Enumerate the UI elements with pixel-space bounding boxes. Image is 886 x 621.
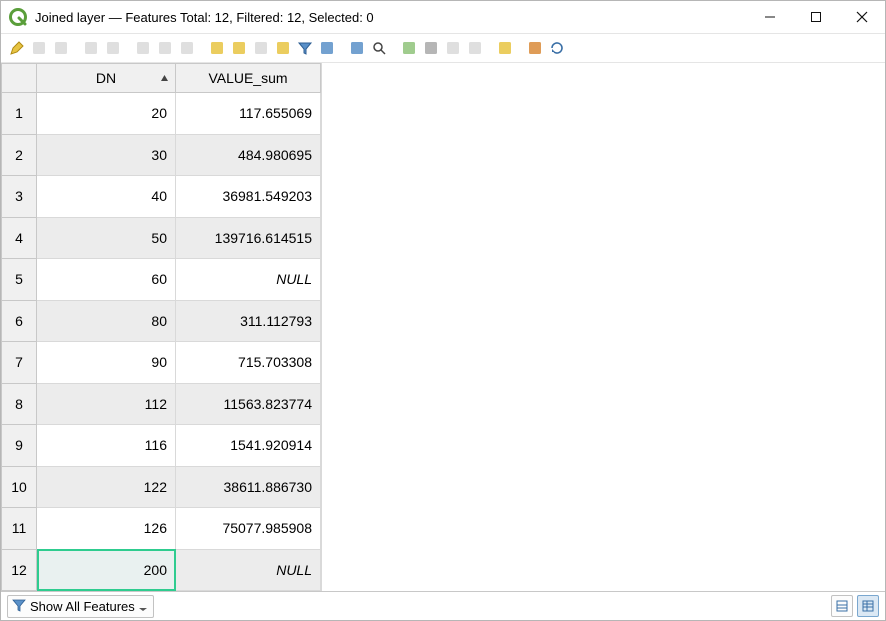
- cell-value-sum[interactable]: 38611.886730: [176, 466, 321, 508]
- filter-mode-label: Show All Features: [30, 599, 135, 614]
- sort-asc-icon: [160, 70, 169, 86]
- cell-value-sum[interactable]: 139716.614515: [176, 217, 321, 259]
- dropdown-arrow-icon: [139, 599, 147, 614]
- table-row[interactable]: 1112675077.985908: [2, 508, 321, 550]
- table-row[interactable]: 790715.703308: [2, 342, 321, 384]
- cell-value-sum[interactable]: 311.112793: [176, 300, 321, 342]
- cell-dn[interactable]: 90: [37, 342, 176, 384]
- reload-icon[interactable]: [547, 38, 567, 58]
- row-header[interactable]: 8: [2, 383, 37, 425]
- cell-value-sum[interactable]: 484.980695: [176, 134, 321, 176]
- table-row[interactable]: 1012238611.886730: [2, 466, 321, 508]
- actions-icon[interactable]: [525, 38, 545, 58]
- window-title: Joined layer — Features Total: 12, Filte…: [35, 10, 747, 25]
- row-header[interactable]: 10: [2, 466, 37, 508]
- close-button[interactable]: [839, 1, 885, 33]
- cell-value-sum[interactable]: 75077.985908: [176, 508, 321, 550]
- field-calc-icon[interactable]: [443, 38, 463, 58]
- table-row[interactable]: 560NULL: [2, 259, 321, 301]
- corner-header[interactable]: [2, 64, 37, 93]
- select-all-icon[interactable]: [29, 38, 49, 58]
- table-row[interactable]: 12200NULL: [2, 549, 321, 591]
- cell-value-sum[interactable]: 1541.920914: [176, 425, 321, 467]
- cell-value-sum[interactable]: 36981.549203: [176, 176, 321, 218]
- move-top-icon[interactable]: [317, 38, 337, 58]
- table-view-button[interactable]: [857, 595, 879, 617]
- row-header[interactable]: 7: [2, 342, 37, 384]
- cell-dn[interactable]: 112: [37, 383, 176, 425]
- cell-value-sum[interactable]: NULL: [176, 549, 321, 591]
- filter-select-icon[interactable]: [273, 38, 293, 58]
- new-col-icon[interactable]: [399, 38, 419, 58]
- cell-dn[interactable]: 116: [37, 425, 176, 467]
- column-label: VALUE_sum: [208, 70, 287, 86]
- cell-value-sum[interactable]: NULL: [176, 259, 321, 301]
- table-filler: [321, 63, 885, 591]
- filter-mode-button[interactable]: Show All Features: [7, 595, 154, 618]
- column-header-dn[interactable]: DN: [37, 64, 176, 93]
- row-header[interactable]: 11: [2, 508, 37, 550]
- filter-funnel-icon[interactable]: [295, 38, 315, 58]
- paste-icon[interactable]: [177, 38, 197, 58]
- cell-dn[interactable]: 50: [37, 217, 176, 259]
- cell-dn[interactable]: 20: [37, 93, 176, 135]
- table-row[interactable]: 230484.980695: [2, 134, 321, 176]
- edit-pencil-icon[interactable]: [7, 38, 27, 58]
- toolbar: [1, 34, 885, 63]
- titlebar: Joined layer — Features Total: 12, Filte…: [1, 1, 885, 34]
- minimize-button[interactable]: [747, 1, 793, 33]
- table-row[interactable]: 34036981.549203: [2, 176, 321, 218]
- select-all-rows-icon[interactable]: [229, 38, 249, 58]
- column-header-value-sum[interactable]: VALUE_sum: [176, 64, 321, 93]
- row-header[interactable]: 6: [2, 300, 37, 342]
- copy-icon[interactable]: [155, 38, 175, 58]
- row-header[interactable]: 4: [2, 217, 37, 259]
- table-row[interactable]: 91161541.920914: [2, 425, 321, 467]
- table-row[interactable]: 120117.655069: [2, 93, 321, 135]
- save-edits-icon[interactable]: [51, 38, 71, 58]
- row-header[interactable]: 5: [2, 259, 37, 301]
- cell-value-sum[interactable]: 11563.823774: [176, 383, 321, 425]
- cell-dn[interactable]: 40: [37, 176, 176, 218]
- cell-dn[interactable]: 122: [37, 466, 176, 508]
- cell-dn[interactable]: 80: [37, 300, 176, 342]
- conditional-format-icon[interactable]: [465, 38, 485, 58]
- zoom-to-icon[interactable]: [369, 38, 389, 58]
- pan-to-icon[interactable]: [347, 38, 367, 58]
- cell-dn[interactable]: 200: [37, 549, 176, 591]
- row-header[interactable]: 2: [2, 134, 37, 176]
- cell-dn[interactable]: 30: [37, 134, 176, 176]
- column-label: DN: [96, 70, 116, 86]
- filter-funnel-icon: [12, 598, 26, 615]
- deselect-icon[interactable]: [251, 38, 271, 58]
- cell-value-sum[interactable]: 117.655069: [176, 93, 321, 135]
- delete-col-icon[interactable]: [421, 38, 441, 58]
- row-header[interactable]: 12: [2, 549, 37, 591]
- expr-select-icon[interactable]: [207, 38, 227, 58]
- statusbar: Show All Features: [1, 591, 885, 620]
- row-header[interactable]: 3: [2, 176, 37, 218]
- cell-value-sum[interactable]: 715.703308: [176, 342, 321, 384]
- cut-icon[interactable]: [133, 38, 153, 58]
- table-row[interactable]: 680311.112793: [2, 300, 321, 342]
- row-header[interactable]: 9: [2, 425, 37, 467]
- window-controls: [747, 1, 885, 33]
- attribute-table[interactable]: DN VALUE_sum 120117.655069230484.9806953…: [1, 63, 321, 591]
- table-row[interactable]: 450139716.614515: [2, 217, 321, 259]
- cell-dn[interactable]: 60: [37, 259, 176, 301]
- attribute-table-window: Joined layer — Features Total: 12, Filte…: [0, 0, 886, 621]
- qgis-icon: [9, 8, 27, 26]
- form-view-button[interactable]: [831, 595, 853, 617]
- row-header[interactable]: 1: [2, 93, 37, 135]
- maximize-button[interactable]: [793, 1, 839, 33]
- cell-dn[interactable]: 126: [37, 508, 176, 550]
- content-area: DN VALUE_sum 120117.655069230484.9806953…: [1, 63, 885, 591]
- table-row[interactable]: 811211563.823774: [2, 383, 321, 425]
- add-feature-icon[interactable]: [81, 38, 101, 58]
- dock-icon[interactable]: [495, 38, 515, 58]
- delete-feature-icon[interactable]: [103, 38, 123, 58]
